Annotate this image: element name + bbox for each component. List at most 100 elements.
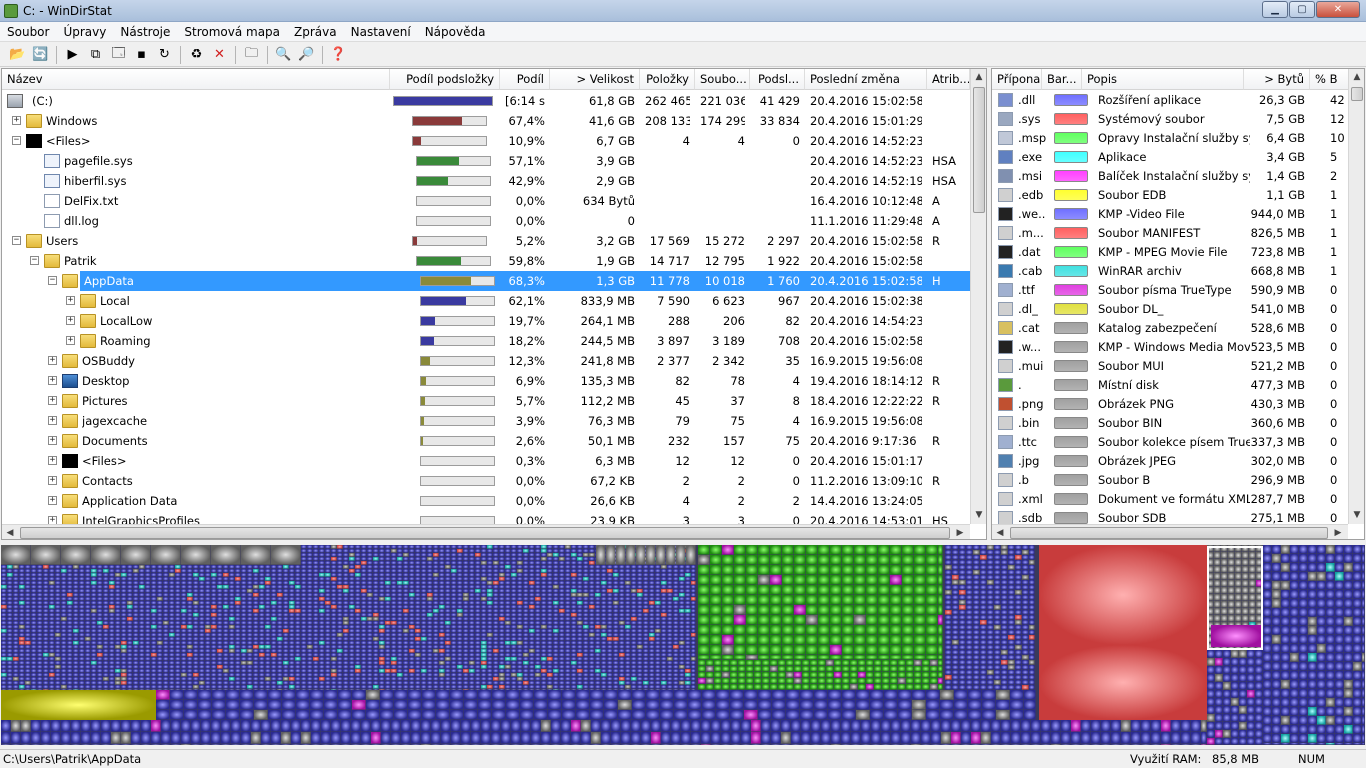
- treemap-cell[interactable]: [43, 629, 49, 633]
- treemap-cell[interactable]: [277, 637, 283, 641]
- treemap-cell[interactable]: [643, 585, 649, 589]
- treemap-cell[interactable]: [685, 597, 691, 601]
- treemap-cell[interactable]: [49, 593, 55, 597]
- treemap-cell[interactable]: [559, 589, 565, 593]
- treemap-cell[interactable]: [271, 589, 277, 593]
- treemap-cell[interactable]: [157, 673, 163, 677]
- treemap-cell[interactable]: [691, 645, 696, 649]
- treemap-cell[interactable]: [379, 661, 385, 665]
- treemap-cell[interactable]: [331, 657, 337, 661]
- menu-stromová-mapa[interactable]: Stromová mapa: [177, 25, 287, 39]
- treemap-cell[interactable]: [385, 629, 391, 633]
- treemap-cell[interactable]: [607, 689, 613, 690]
- treemap-cell[interactable]: [818, 555, 830, 565]
- treemap-cell[interactable]: [529, 565, 535, 569]
- treemap-cell[interactable]: [637, 573, 643, 577]
- tree-row[interactable]: dll.log 0,0% 0 11.1.2016 11:29:48 A: [2, 211, 970, 231]
- treemap-cell[interactable]: [25, 685, 31, 689]
- treemap-cell[interactable]: [559, 625, 565, 629]
- treemap-cell[interactable]: [439, 645, 445, 649]
- treemap-cell[interactable]: [217, 637, 223, 641]
- treemap-cell[interactable]: [559, 553, 565, 557]
- treemap-cell[interactable]: [589, 589, 595, 593]
- treemap-cell[interactable]: [427, 585, 433, 589]
- treemap-cell[interactable]: [661, 581, 667, 585]
- treemap-cell[interactable]: [1, 633, 7, 637]
- treemap-cell[interactable]: [277, 649, 283, 653]
- treemap-cell[interactable]: [427, 637, 433, 641]
- treemap-cell[interactable]: [37, 661, 43, 665]
- treemap-cell[interactable]: [175, 637, 181, 641]
- treemap-cell[interactable]: [391, 545, 397, 549]
- treemap-cell[interactable]: [637, 657, 643, 661]
- treemap-cell[interactable]: [181, 593, 187, 597]
- treemap-cell[interactable]: [421, 629, 427, 633]
- treemap-cell[interactable]: [379, 689, 385, 690]
- treemap-cell[interactable]: [673, 605, 679, 609]
- treemap-cell[interactable]: [163, 573, 169, 577]
- treemap-cell[interactable]: [217, 597, 223, 601]
- treemap-cell[interactable]: [127, 645, 133, 649]
- tree-row[interactable]: + Contacts 0,0% 67,2 KB 2 2 0 11.2.2016 13:09:1…: [2, 471, 970, 491]
- treemap-cell[interactable]: [85, 601, 91, 605]
- treemap-cell[interactable]: [37, 569, 43, 573]
- treemap-cell[interactable]: [391, 653, 397, 657]
- treemap-cell[interactable]: [331, 605, 337, 609]
- treemap-cell[interactable]: [583, 657, 589, 661]
- treemap-cell[interactable]: [469, 689, 475, 690]
- treemap-cell[interactable]: [79, 585, 85, 589]
- treemap-cell[interactable]: [505, 561, 511, 565]
- treemap-cell[interactable]: [559, 629, 565, 633]
- treemap-cell[interactable]: [271, 677, 277, 681]
- ext-row[interactable]: .ttf Soubor písma TrueType 590,9 MB 0: [992, 281, 1348, 300]
- treemap-cell[interactable]: [163, 565, 169, 569]
- treemap-cell[interactable]: [139, 633, 145, 637]
- treemap-cell[interactable]: [283, 653, 289, 657]
- treemap-cell[interactable]: [13, 637, 19, 641]
- treemap-cell[interactable]: [73, 673, 79, 677]
- treemap-cell[interactable]: [902, 575, 914, 585]
- treemap-cell[interactable]: [337, 621, 343, 625]
- treemap-cell[interactable]: [655, 585, 661, 589]
- treemap-cell[interactable]: [391, 677, 397, 681]
- treemap-cell[interactable]: [289, 637, 295, 641]
- treemap-cell[interactable]: [601, 565, 607, 569]
- treemap-cell[interactable]: [217, 581, 223, 585]
- treemap-cell[interactable]: [307, 649, 313, 653]
- treemap-cell[interactable]: [878, 575, 890, 585]
- treemap-cell[interactable]: [331, 673, 337, 677]
- treemap-cell[interactable]: [926, 565, 938, 575]
- treemap-cell[interactable]: [565, 589, 571, 593]
- treemap-cell[interactable]: [391, 645, 397, 649]
- treemap-cell[interactable]: [469, 657, 475, 661]
- treemap-cell[interactable]: [661, 641, 667, 645]
- treemap-cell[interactable]: [307, 585, 313, 589]
- treemap-cell[interactable]: [439, 557, 445, 561]
- treemap-cell[interactable]: [241, 633, 247, 637]
- treemap-cell[interactable]: [499, 613, 505, 617]
- treemap-cell[interactable]: [469, 589, 475, 593]
- treemap-cell[interactable]: [499, 685, 505, 689]
- treemap-cell[interactable]: [673, 641, 679, 645]
- treemap-cell[interactable]: [535, 565, 541, 569]
- treemap-cell[interactable]: [463, 613, 469, 617]
- treemap-cell[interactable]: [235, 633, 241, 637]
- treemap-cell[interactable]: [247, 617, 253, 621]
- treemap-cell[interactable]: [115, 621, 121, 625]
- treemap-cell[interactable]: [415, 669, 421, 673]
- treemap-cell[interactable]: [157, 601, 163, 605]
- treemap-cell[interactable]: [109, 681, 115, 685]
- treemap-cell[interactable]: [67, 625, 73, 629]
- treemap-cell[interactable]: [115, 633, 121, 637]
- treemap-cell[interactable]: [265, 637, 271, 641]
- treemap-cell[interactable]: [673, 601, 679, 605]
- treemap-cell[interactable]: [553, 645, 559, 649]
- treemap-cell[interactable]: [499, 597, 505, 601]
- treemap-cell[interactable]: [445, 593, 451, 597]
- treemap-cell[interactable]: [247, 585, 253, 589]
- treemap-cell[interactable]: [427, 657, 433, 661]
- treemap-cell[interactable]: [37, 621, 43, 625]
- treemap-cell[interactable]: [355, 561, 361, 565]
- treemap-cell[interactable]: [325, 685, 331, 689]
- treemap-cell[interactable]: [451, 665, 457, 669]
